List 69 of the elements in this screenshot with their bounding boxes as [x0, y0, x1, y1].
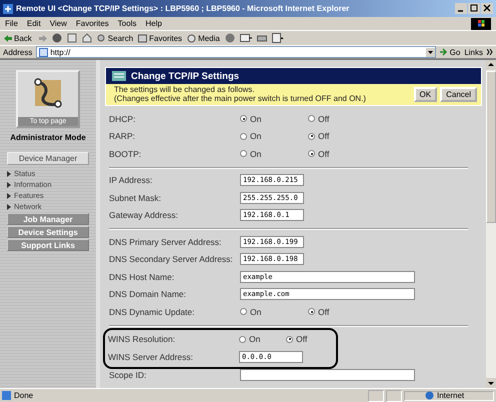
back-arrow-icon: [4, 34, 12, 42]
globe-icon: [425, 391, 434, 400]
menu-item[interactable]: Favorites: [76, 19, 109, 28]
field-label: Subnet Mask:: [109, 192, 162, 203]
mode-label: Administrator Mode: [10, 133, 86, 142]
radio-option[interactable]: On: [240, 131, 308, 142]
panel-title: Change TCP/IP Settings: [131, 70, 240, 82]
minimize-icon[interactable]: [455, 3, 467, 14]
field-label: BOOTP:: [109, 148, 142, 159]
home-icon[interactable]: [82, 33, 92, 43]
address-label: Address: [3, 48, 32, 56]
field-label: DHCP:: [109, 114, 136, 124]
field-label: WINS Server Address:: [108, 352, 194, 362]
scroll-thumb[interactable]: [486, 71, 496, 223]
page-done-icon: [2, 391, 11, 400]
media-icon: [187, 34, 196, 42]
menu-item[interactable]: Edit: [26, 19, 41, 28]
field-label: DNS Secondary Server Address:: [109, 254, 234, 264]
zone-label: Internet: [404, 390, 494, 400]
back-button[interactable]: Back: [4, 34, 32, 42]
cancel-button[interactable]: Cancel: [440, 86, 477, 102]
dropdown-icon[interactable]: [426, 48, 435, 56]
browser-icon: [3, 4, 13, 14]
field-label: DNS Primary Server Address:: [109, 236, 222, 247]
radio-option[interactable]: On: [240, 114, 308, 124]
radio-option[interactable]: On: [240, 148, 308, 159]
radio-option[interactable]: On: [239, 334, 286, 344]
radio-option[interactable]: On: [240, 306, 308, 317]
search-button[interactable]: Search: [96, 34, 134, 42]
menu-item[interactable]: Tools: [118, 19, 136, 28]
device-manager-button[interactable]: Device Manager: [7, 152, 89, 165]
go-arrow-icon: [440, 48, 448, 56]
radio-option[interactable]: Off: [286, 334, 333, 344]
notice-text: (Changes effective after the main power switch is turned OFF and ON.): [114, 94, 367, 103]
field-label: Gateway Address:: [109, 210, 179, 220]
menu-item[interactable]: File: [5, 19, 18, 28]
menu-item[interactable]: Help: [145, 19, 162, 28]
favorites-button[interactable]: Favorites: [138, 34, 182, 42]
media-button[interactable]: Media: [187, 34, 220, 42]
field-label: WINS Resolution:: [108, 334, 176, 344]
search-icon: [96, 34, 106, 42]
ok-button[interactable]: OK: [414, 86, 438, 102]
settings-panel-icon: [112, 71, 126, 81]
window-title: Remote UI <Change TCP/IP Settings> : LBP5960 ; LBP5960 - Microsoft Internet Explorer: [16, 4, 350, 13]
scroll-down-icon[interactable]: [486, 378, 496, 388]
chevron-icon[interactable]: [487, 49, 493, 55]
page-icon: [39, 48, 48, 56]
scroll-up-icon[interactable]: [486, 60, 496, 70]
radio-option[interactable]: Off: [308, 306, 376, 317]
field-label: RARP:: [109, 131, 136, 142]
field-label: IP Address:: [109, 175, 154, 186]
field-label: DNS Host Name:: [109, 272, 176, 282]
radio-option[interactable]: Off: [308, 114, 376, 124]
links-button[interactable]: Links: [464, 48, 483, 56]
notice-text: The settings will be changed as follows.: [114, 85, 256, 94]
field-label: DNS Dynamic Update:: [109, 306, 196, 317]
address-field[interactable]: http://: [36, 46, 436, 58]
scrollbar[interactable]: [486, 60, 496, 388]
field-label: DNS Domain Name:: [109, 289, 187, 300]
text-field[interactable]: [240, 369, 415, 382]
radio-option[interactable]: Off: [308, 148, 376, 159]
maximize-icon[interactable]: [468, 3, 480, 14]
field-label: Scope ID:: [109, 370, 148, 380]
go-button[interactable]: Go: [440, 48, 460, 56]
status-text: Done: [2, 391, 366, 400]
close-icon[interactable]: [481, 3, 493, 14]
radio-option[interactable]: Off: [308, 131, 376, 142]
menu-item[interactable]: View: [50, 19, 67, 28]
windows-logo-icon: [471, 18, 491, 30]
